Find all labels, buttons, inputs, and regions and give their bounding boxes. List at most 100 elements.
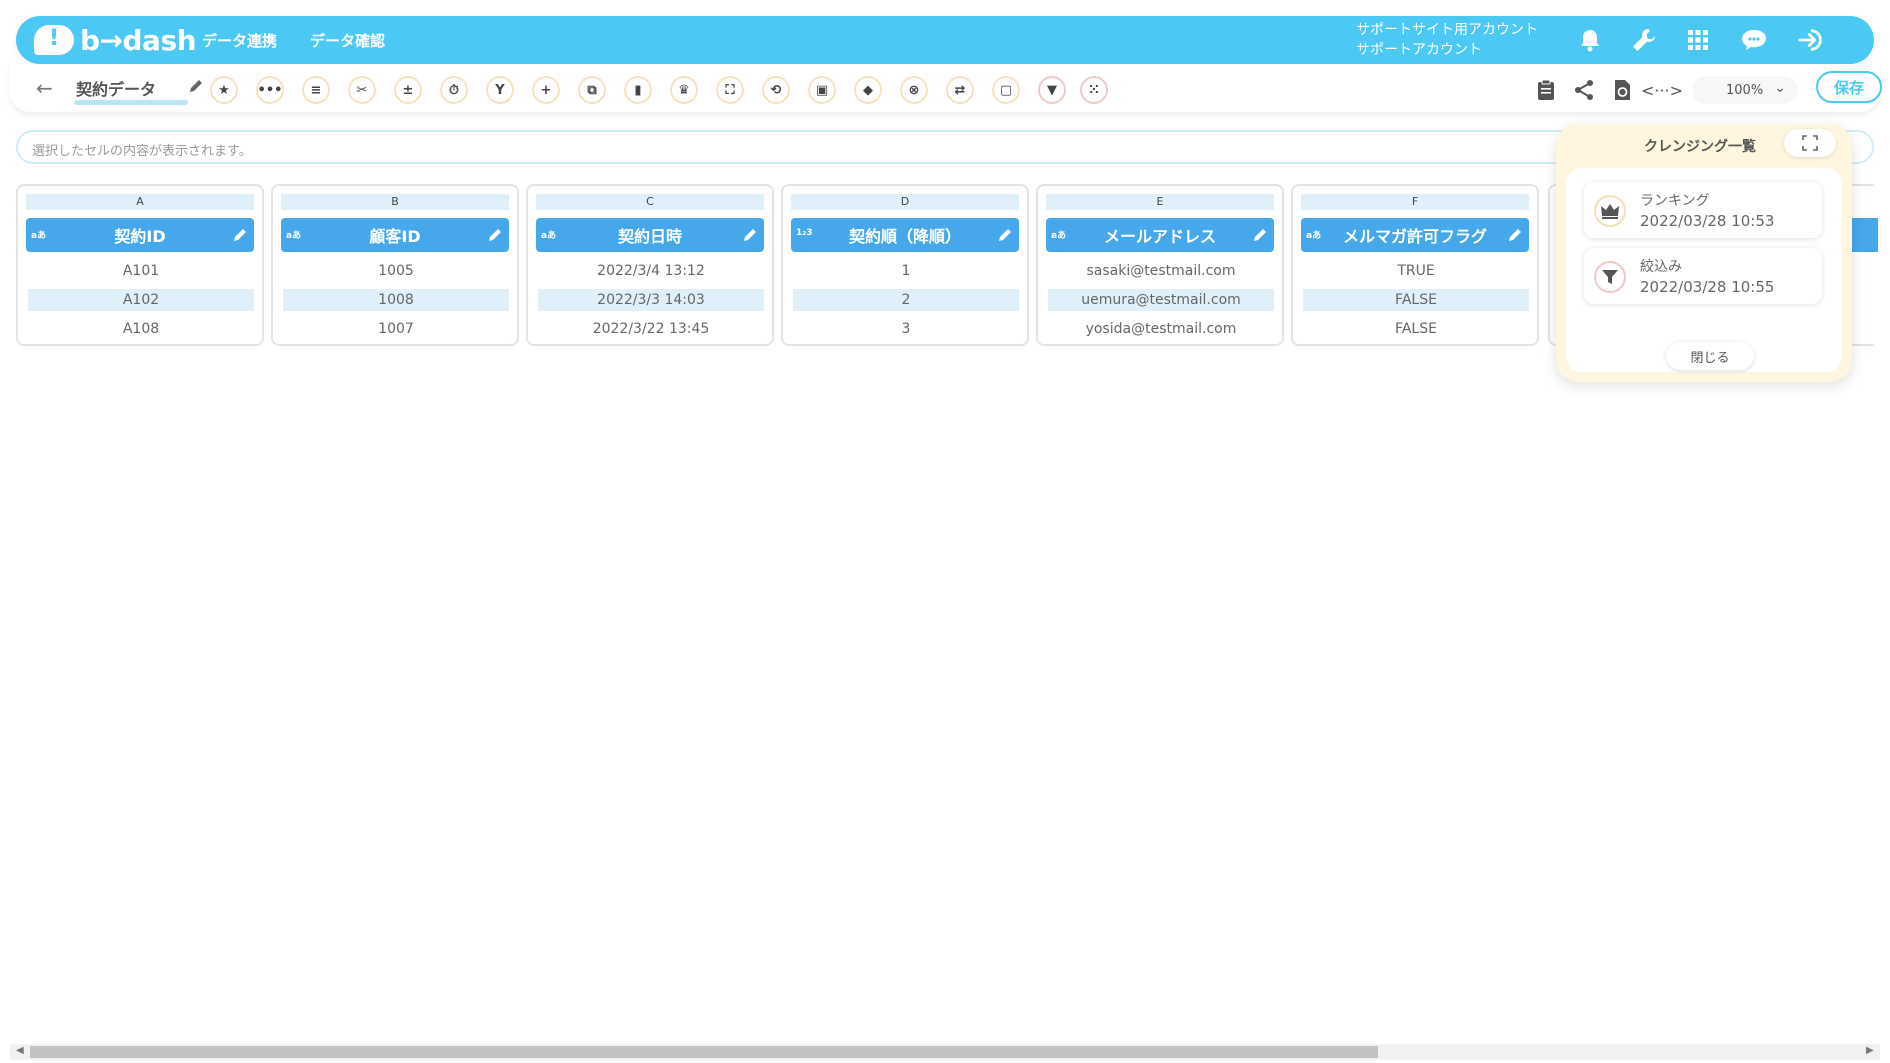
edit-column-icon[interactable] [232, 227, 248, 243]
account-info[interactable]: サポートサイト用アカウント サポートアカウント [1356, 20, 1538, 60]
column-c[interactable]: C aあ 契約日時 2022/3/4 13:12 2022/3/3 14:03 … [526, 184, 774, 346]
chat-icon[interactable] [1740, 26, 1768, 54]
calc-icon[interactable]: ± [394, 76, 422, 104]
column-header[interactable]: 1₂3 契約順（降順） [791, 218, 1019, 252]
list-icon[interactable]: ≡ [302, 76, 330, 104]
text-type-icon: aあ [541, 231, 557, 241]
fullscreen-icon[interactable] [1784, 129, 1836, 157]
nav-data-check[interactable]: データ確認 [310, 30, 385, 51]
scroll-left-icon[interactable]: ◀ [16, 1045, 24, 1056]
history-item-filter[interactable]: 絞込み 2022/03/28 10:55 [1584, 248, 1822, 304]
edit-title-icon[interactable] [188, 78, 204, 98]
history-item-ranking[interactable]: ランキング 2022/03/28 10:53 [1584, 182, 1822, 238]
timer-icon[interactable]: ⏱ [440, 76, 468, 104]
table-cell[interactable]: A102 [28, 289, 254, 311]
table-cell[interactable]: A108 [28, 318, 254, 340]
plus-icon[interactable]: + [532, 76, 560, 104]
zoom-value: 100% [1726, 82, 1764, 98]
account-user: サポートアカウント [1356, 42, 1482, 58]
column-b[interactable]: B aあ 顧客ID 1005 1008 1007 [271, 184, 519, 346]
expand-icon[interactable]: ⛶ [716, 76, 744, 104]
column-name: メルマガ許可フラグ [1342, 227, 1487, 246]
table-cell[interactable]: 3 [793, 318, 1019, 340]
table-cell[interactable]: 1 [793, 260, 1019, 282]
frame-icon[interactable]: ▢ [992, 76, 1020, 104]
save-button[interactable]: 保存 [1816, 71, 1882, 103]
nav-data-link[interactable]: データ連携 [202, 30, 277, 51]
history-time: 2022/03/28 10:53 [1640, 212, 1775, 230]
cut-icon[interactable]: ✂ [348, 76, 376, 104]
bell-icon[interactable] [1576, 26, 1604, 54]
history-name: ランキング [1640, 193, 1710, 209]
back-arrow-icon[interactable]: ← [36, 76, 53, 100]
edit-column-icon[interactable] [742, 227, 758, 243]
translate-icon[interactable]: ⇄ [946, 76, 974, 104]
scroll-right-icon[interactable]: ▶ [1866, 1045, 1874, 1056]
column-letter[interactable]: A [26, 194, 254, 210]
table-cell[interactable]: 2 [793, 289, 1019, 311]
box-icon[interactable]: ◆ [854, 76, 882, 104]
edit-column-icon[interactable] [1507, 227, 1523, 243]
edit-column-icon[interactable] [997, 227, 1013, 243]
close-button[interactable]: 閉じる [1666, 342, 1754, 370]
trash-icon[interactable]: ▮ [624, 76, 652, 104]
column-header[interactable]: aあ 顧客ID [281, 218, 509, 252]
filter-icon[interactable]: ▼ [1038, 76, 1066, 104]
edit-column-icon[interactable] [1252, 227, 1268, 243]
grid-icon[interactable] [1684, 26, 1712, 54]
table-cell[interactable]: 1007 [283, 318, 509, 340]
column-a[interactable]: A aあ 契約ID A101 A102 A108 [16, 184, 264, 346]
table-cell[interactable]: 2022/3/3 14:03 [538, 289, 764, 311]
column-header[interactable]: aあ 契約ID [26, 218, 254, 252]
zoom-select[interactable]: 100% ⌄ [1692, 76, 1798, 104]
crown-icon[interactable]: ♛ [670, 76, 698, 104]
table-cell[interactable]: TRUE [1303, 260, 1529, 282]
wrench-icon[interactable] [1630, 26, 1658, 54]
table-cell[interactable]: FALSE [1303, 289, 1529, 311]
clipboard-icon[interactable] [1532, 76, 1560, 104]
logout-icon[interactable] [1798, 26, 1826, 54]
table-cell[interactable]: FALSE [1303, 318, 1529, 340]
more-icon[interactable]: ••• [256, 76, 284, 104]
table-cell[interactable]: 1008 [283, 289, 509, 311]
cleansing-panel: クレンジング一覧 ランキング 2022/03/28 10:53 絞込み 2022… [1556, 124, 1852, 382]
number-type-icon: 1₂3 [796, 228, 813, 238]
page-title[interactable]: 契約データ [76, 80, 156, 99]
column-letter[interactable]: D [791, 194, 1019, 210]
cancel-icon[interactable]: ⊗ [900, 76, 928, 104]
table-cell[interactable]: uemura@testmail.com [1048, 289, 1274, 311]
horizontal-scrollbar[interactable]: ◀ ▶ [10, 1044, 1880, 1060]
panel-title: クレンジング一覧 [1644, 139, 1756, 155]
column-header[interactable]: aあ メルマガ許可フラグ [1301, 218, 1529, 252]
column-letter[interactable]: C [536, 194, 764, 210]
column-d[interactable]: D 1₂3 契約順（降順） 1 2 3 [781, 184, 1029, 346]
table-cell[interactable]: 2022/3/22 13:45 [538, 318, 764, 340]
table-cell[interactable]: 1005 [283, 260, 509, 282]
lock-icon[interactable]: ▣ [808, 76, 836, 104]
edit-column-icon[interactable] [487, 227, 503, 243]
column-header[interactable]: aあ メールアドレス [1046, 218, 1274, 252]
column-header[interactable]: aあ 契約日時 [536, 218, 764, 252]
merge-icon[interactable]: Y [486, 76, 514, 104]
table-cell[interactable]: A101 [28, 260, 254, 282]
column-letter[interactable]: B [281, 194, 509, 210]
loop-icon[interactable]: ⟲ [762, 76, 790, 104]
table-cell[interactable]: sasaki@testmail.com [1048, 260, 1274, 282]
text-type-icon: aあ [1051, 231, 1067, 241]
star-icon[interactable]: ★ [210, 76, 238, 104]
copy-icon[interactable]: ⧉ [578, 76, 606, 104]
column-f[interactable]: F aあ メルマガ許可フラグ TRUE FALSE FALSE [1291, 184, 1539, 346]
refresh-doc-icon[interactable] [1608, 76, 1636, 104]
column-name: 契約順（降順） [848, 227, 961, 246]
table-cell[interactable]: 2022/3/4 13:12 [538, 260, 764, 282]
scrollbar-thumb[interactable] [30, 1046, 1378, 1058]
app-header: b→dash データ連携 データ確認 サポートサイト用アカウント サポートアカウ… [16, 16, 1874, 64]
dots-grid-icon[interactable]: ⁙ [1080, 76, 1108, 104]
share-icon[interactable] [1570, 76, 1598, 104]
code-icon[interactable]: <···> [1641, 76, 1683, 104]
bdash-logo[interactable]: b→dash [34, 22, 197, 58]
column-e[interactable]: E aあ メールアドレス sasaki@testmail.com uemura@… [1036, 184, 1284, 346]
table-cell[interactable]: yosida@testmail.com [1048, 318, 1274, 340]
column-letter[interactable]: F [1301, 194, 1529, 210]
column-letter[interactable]: E [1046, 194, 1274, 210]
